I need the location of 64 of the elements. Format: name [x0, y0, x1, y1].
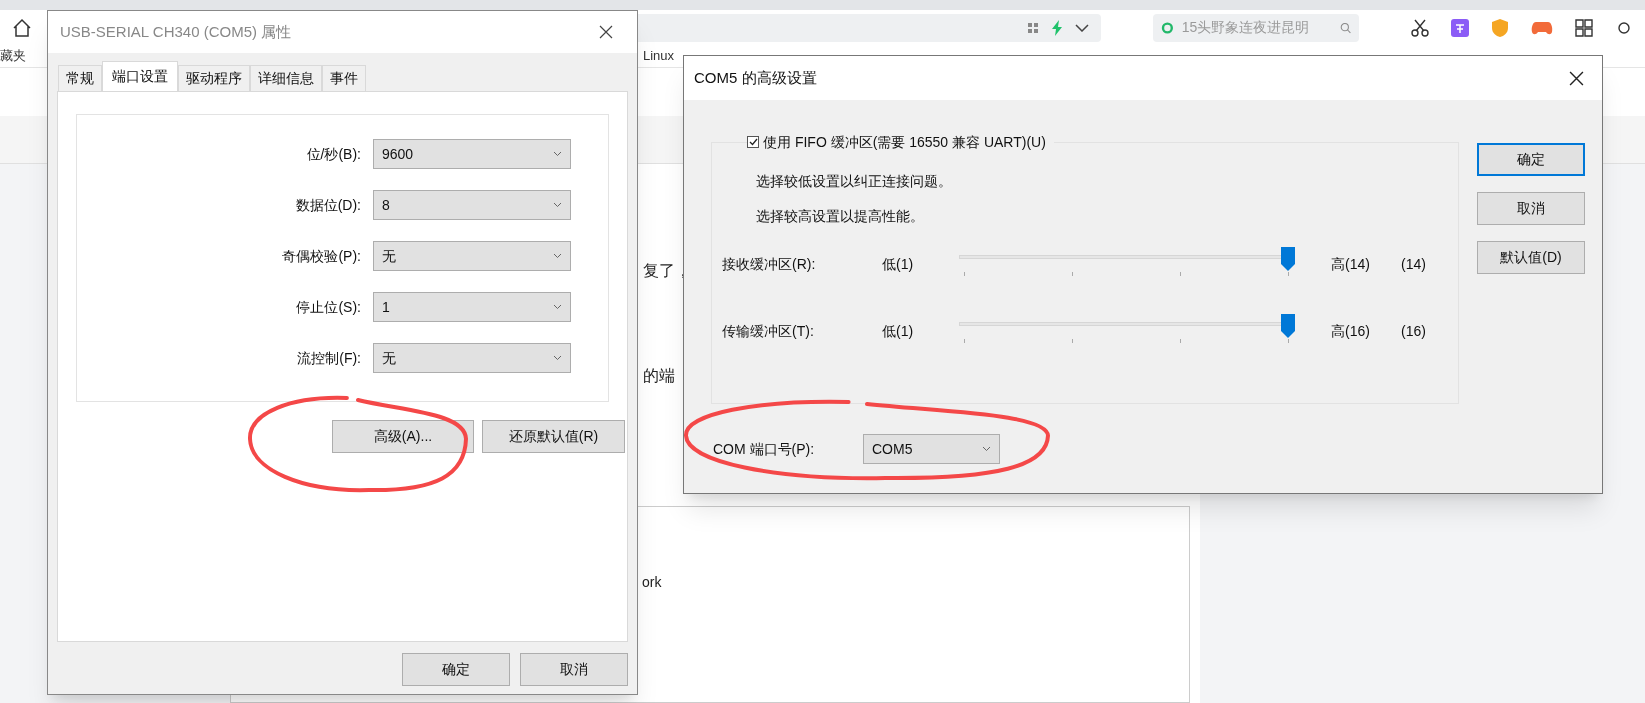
translate-icon[interactable] [1451, 18, 1469, 37]
scissors-icon[interactable] [1411, 18, 1429, 37]
gamepad-icon[interactable] [1531, 19, 1553, 36]
slider-value: (14) [1401, 254, 1426, 274]
advanced-button[interactable]: 高级(A)... [332, 420, 474, 453]
close-icon[interactable] [599, 25, 613, 39]
max-label: 高(16) [1331, 321, 1371, 341]
slider-thumb[interactable] [1281, 314, 1295, 338]
grid-icon[interactable] [1027, 21, 1039, 34]
max-label: 高(14) [1331, 254, 1371, 274]
home-icon[interactable] [12, 17, 32, 38]
hint-text: 选择较低设置以纠正连接问题。 [756, 172, 953, 191]
search-engine-icon [1161, 19, 1174, 36]
min-label: 低(1) [882, 254, 915, 274]
tab[interactable]: 详细信息 [250, 65, 322, 91]
shield-icon[interactable] [1491, 17, 1509, 38]
tab[interactable]: 事件 [322, 65, 366, 91]
min-label: 低(1) [882, 321, 915, 341]
dialog-button[interactable]: 确定 [1477, 143, 1585, 176]
search-icon[interactable] [1339, 20, 1351, 35]
window-title: COM5 的高级设置 [694, 67, 817, 88]
tab[interactable]: 常规 [58, 65, 102, 91]
slider-thumb[interactable] [1281, 247, 1295, 271]
close-icon[interactable] [1569, 70, 1584, 86]
field-label: 奇偶校验(P): [281, 246, 361, 266]
field-label: 位/秒(B): [305, 144, 361, 164]
list-item: ork [642, 573, 662, 592]
cancel-button[interactable]: 取消 [520, 653, 628, 686]
bolt-icon[interactable] [1051, 19, 1063, 36]
bookmark-item[interactable]: 藏夹 [0, 46, 26, 66]
fifo-checkbox[interactable] [747, 136, 759, 148]
slider-value: (16) [1401, 321, 1426, 341]
dialog-button[interactable]: 默认值(D) [1477, 241, 1585, 274]
page-text: 的端 [643, 366, 675, 386]
dialog-button[interactable]: 取消 [1477, 192, 1585, 225]
search-field[interactable]: 15头野象连夜进昆明 [1153, 13, 1359, 42]
dropdown[interactable]: 无 [373, 241, 571, 271]
field-label: 数据位(D): [294, 195, 361, 215]
tab[interactable]: 端口设置 [102, 61, 178, 91]
restore-defaults-button[interactable]: 还原默认值(R) [482, 420, 625, 453]
chevron-icon[interactable] [1075, 23, 1089, 32]
port-label: COM 端口号(P): [713, 439, 816, 459]
dropdown[interactable]: 9600 [373, 139, 571, 169]
apps-icon[interactable] [1575, 18, 1593, 37]
caret-icon [553, 304, 562, 310]
slider-label: 接收缓冲区(R): [722, 254, 817, 274]
dropdown[interactable]: 8 [373, 190, 571, 220]
ok-button[interactable]: 确定 [402, 653, 510, 686]
window-title: USB-SERIAL CH340 (COM5) 属性 [60, 21, 292, 42]
dropdown[interactable]: 无 [373, 343, 571, 373]
field-label: 流控制(F): [296, 348, 361, 368]
field-label: 停止位(S): [295, 297, 361, 317]
slider-label: 传输缓冲区(T): [722, 321, 815, 341]
tab[interactable]: 驱动程序 [178, 65, 250, 91]
caret-icon [553, 355, 562, 361]
bookmark-item[interactable]: Linux [643, 46, 675, 66]
search-input[interactable]: 15头野象连夜进昆明 [1181, 17, 1332, 38]
caret-icon [553, 202, 562, 208]
dropdown[interactable]: 1 [373, 292, 571, 322]
dropdown[interactable]: COM5 [863, 434, 1000, 464]
caret-icon [553, 253, 562, 259]
caret-icon [553, 151, 562, 157]
caret-icon [982, 446, 991, 452]
hint-text: 选择较高设置以提高性能。 [756, 207, 925, 226]
